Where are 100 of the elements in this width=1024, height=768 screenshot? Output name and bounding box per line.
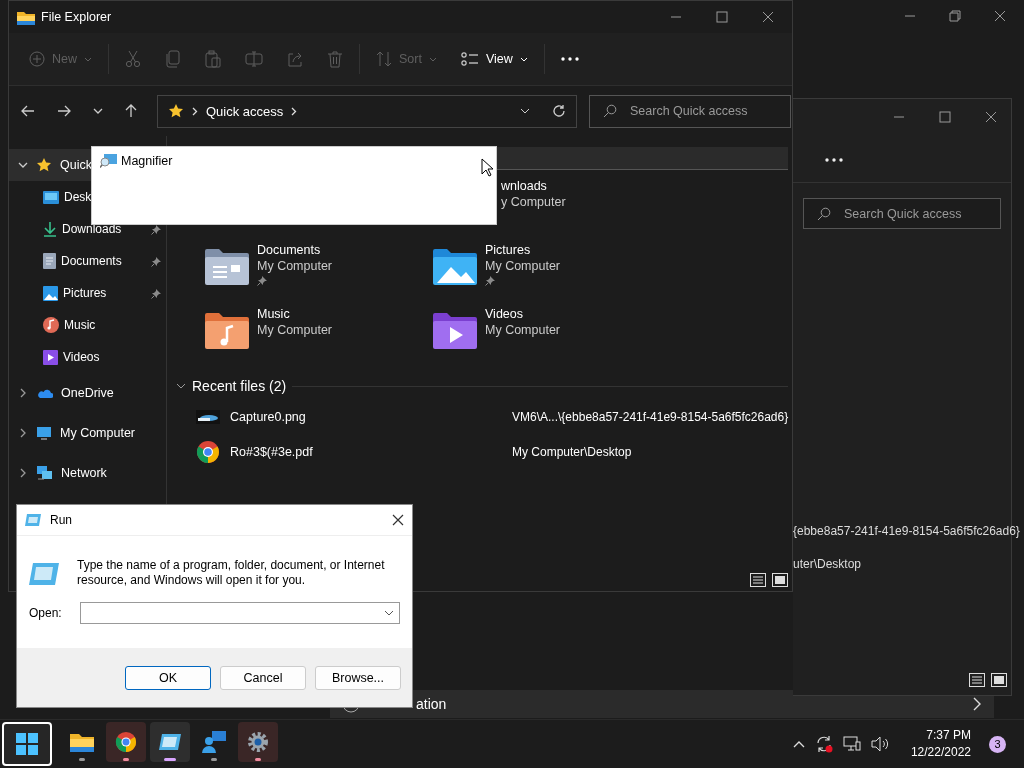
- back-arrow-icon[interactable]: [21, 105, 35, 117]
- folder-name[interactable]: Videos: [485, 307, 561, 321]
- start-button[interactable]: [2, 722, 52, 766]
- caret-icon: [428, 56, 437, 62]
- field-label: Open:: [29, 606, 62, 620]
- person-chat-icon: [202, 731, 226, 753]
- file-name[interactable]: Ro#3$(#3e.pdf: [230, 444, 502, 459]
- download-icon: [43, 221, 57, 237]
- close-icon[interactable]: [994, 10, 1006, 22]
- video-icon: [43, 349, 58, 365]
- chevron-right-icon[interactable]: [18, 468, 28, 478]
- chevron-right-icon: [972, 697, 982, 711]
- image-thumbnail-icon: [196, 409, 220, 424]
- folder-name[interactable]: Music: [257, 307, 333, 321]
- dialog-button[interactable]: Cancel: [220, 665, 306, 690]
- search-field[interactable]: Search Quick access: [803, 198, 1001, 229]
- sidebar-item[interactable]: OneDrive: [9, 373, 166, 413]
- start-icon: [16, 733, 38, 755]
- desktop-icon: [43, 190, 59, 204]
- plus-circle-icon: [29, 51, 45, 67]
- settings-app-button[interactable]: [238, 722, 278, 762]
- picture-icon: [43, 285, 58, 301]
- chevron-right-icon[interactable]: [291, 106, 298, 116]
- sidebar-item[interactable]: My Computer: [9, 413, 166, 453]
- settings-row-title: ation: [416, 696, 447, 712]
- chevron-down-icon[interactable]: [176, 381, 186, 391]
- chevron-up-icon[interactable]: [792, 740, 805, 748]
- document-icon: [43, 253, 56, 269]
- sidebar-item[interactable]: Music: [9, 309, 166, 341]
- folder-icon: [205, 311, 249, 349]
- folder-location: y Computer: [501, 195, 566, 209]
- folder-location: My Computer: [257, 323, 333, 337]
- maximize-icon[interactable]: [939, 111, 951, 123]
- folder-icon: [70, 732, 94, 752]
- list-view-icon: [460, 52, 479, 66]
- star-icon: [168, 103, 184, 119]
- restore-icon[interactable]: [949, 10, 961, 22]
- close-icon[interactable]: [762, 11, 774, 23]
- dialog-button[interactable]: OK: [125, 665, 211, 690]
- file-path: uter\Desktop: [793, 557, 863, 571]
- dialog-title: Run: [50, 513, 72, 527]
- breadcrumb[interactable]: Quick access: [206, 103, 284, 119]
- run-app-button[interactable]: [150, 722, 190, 762]
- sidebar-item[interactable]: Documents: [9, 245, 166, 277]
- search-icon: [603, 103, 617, 118]
- refresh-icon[interactable]: [552, 104, 566, 118]
- sort-arrows-icon: [376, 51, 392, 67]
- sidebar-item[interactable]: Downloads: [9, 213, 166, 245]
- tiles-view-icon[interactable]: [991, 673, 1007, 687]
- folder-icon: [433, 247, 477, 285]
- file-path: {ebbe8a57-241f-41e9-8154-5a6f5fc26ad6}: [793, 524, 1020, 538]
- file-path: VM6\A...\{ebbe8a57-241f-41e9-8154-5a6f5fc26ad6}: [512, 409, 789, 424]
- notification-badge[interactable]: 3: [989, 735, 1006, 753]
- clock-time[interactable]: 7:37 PM: [926, 727, 971, 744]
- magnifier-icon: [100, 154, 117, 168]
- sidebar-item[interactable]: Network: [9, 453, 166, 493]
- search-icon: [817, 207, 831, 221]
- folder-location: My Computer: [485, 259, 561, 273]
- monitor-icon: [36, 425, 52, 441]
- maximize-icon[interactable]: [716, 11, 728, 23]
- music-note-icon: [43, 317, 59, 333]
- details-view-icon[interactable]: [969, 673, 985, 687]
- window-title: File Explorer: [41, 10, 112, 24]
- chevron-right-icon[interactable]: [192, 106, 198, 116]
- section-title: Recent files (2): [192, 378, 287, 394]
- chevron-right-icon[interactable]: [18, 428, 28, 438]
- chevron-down-icon[interactable]: [18, 160, 28, 170]
- sidebar-item[interactable]: Videos: [9, 341, 166, 373]
- close-icon[interactable]: [985, 111, 997, 123]
- folder-name[interactable]: Documents: [257, 243, 333, 257]
- caret-icon: [84, 56, 92, 62]
- clock-date[interactable]: 12/22/2022: [910, 744, 971, 761]
- sync-icon[interactable]: [814, 735, 833, 753]
- dialog-button[interactable]: Browse...: [315, 665, 401, 690]
- forward-arrow-icon[interactable]: [57, 105, 71, 117]
- dialog-description: Type the name of a program, folder, document, or Internet resource, and Windows will open it for you.: [77, 558, 386, 588]
- chevron-down-icon[interactable]: [384, 610, 394, 616]
- view-button[interactable]: View: [452, 46, 536, 72]
- star-icon: [36, 157, 52, 173]
- folder-location: My Computer: [257, 259, 333, 273]
- folder-name[interactable]: wnloads: [501, 179, 566, 193]
- network-icon[interactable]: [842, 736, 861, 752]
- tiles-view-icon[interactable]: [772, 573, 789, 587]
- sidebar-item[interactable]: Pictures: [9, 277, 166, 309]
- browser-icon: [115, 731, 137, 753]
- folder-icon: [205, 247, 249, 285]
- volume-icon[interactable]: [870, 736, 889, 752]
- file-name[interactable]: Capture0.png: [230, 409, 502, 424]
- network-icon: [36, 465, 53, 481]
- chevron-right-icon[interactable]: [18, 388, 28, 398]
- browser-app-button[interactable]: [106, 722, 146, 762]
- folder-name[interactable]: Pictures: [485, 243, 561, 257]
- more-icon[interactable]: [825, 157, 843, 162]
- sidebar-item[interactable]: Desk: [9, 181, 166, 213]
- details-view-icon[interactable]: [750, 573, 767, 587]
- close-icon[interactable]: [392, 514, 404, 526]
- search-field[interactable]: Search Quick access: [589, 94, 791, 128]
- file-path: My Computer\Desktop: [512, 444, 632, 459]
- address-bar[interactable]: Quick access: [157, 94, 577, 128]
- up-arrow-icon[interactable]: [125, 104, 137, 118]
